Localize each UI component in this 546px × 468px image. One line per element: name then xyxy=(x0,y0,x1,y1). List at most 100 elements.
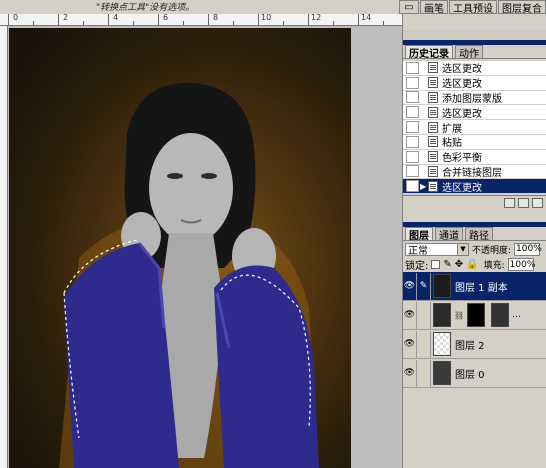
document-icon xyxy=(428,62,438,74)
link-chain-icon[interactable]: ⛓ xyxy=(454,311,464,320)
history-tabs: 历史记录 动作 xyxy=(403,45,546,60)
layer-name[interactable]: 图层 2 xyxy=(455,337,485,352)
document-icon xyxy=(428,136,438,148)
palette-dock: 历史记录 动作 选区更改 选区更改 添加图层蒙版 选区更改 扩展 粘贴 色彩平衡… xyxy=(402,14,546,468)
eye-icon[interactable]: 👁 xyxy=(403,330,417,358)
ruler-tick xyxy=(158,14,159,25)
fill-input[interactable]: 100% xyxy=(507,258,535,271)
blend-mode-select[interactable]: 正常 ▼ xyxy=(405,242,469,257)
tab-history[interactable]: 历史记录 xyxy=(405,45,453,60)
brush-slot[interactable] xyxy=(417,301,431,329)
layers-tabs: 图层 通道 路径 xyxy=(403,227,546,242)
history-snapshot-checkbox[interactable] xyxy=(406,76,419,89)
layer-mask-thumbnail-2[interactable] xyxy=(491,303,510,327)
new-document-icon[interactable] xyxy=(504,197,515,208)
tab-paths[interactable]: 路径 xyxy=(465,227,493,242)
lock-brush-icon[interactable]: ✎ xyxy=(443,259,451,270)
history-snapshot-checkbox[interactable] xyxy=(406,106,419,119)
palette-well: ▭ 画笔 工具预设 图层复合 xyxy=(399,0,546,15)
history-item-selected[interactable]: ▶ 选区更改 xyxy=(403,179,546,195)
history-item-label: 合并链接图层 xyxy=(442,167,502,179)
chevron-down-icon[interactable]: ▼ xyxy=(457,243,468,255)
history-snapshot-checkbox[interactable] xyxy=(406,135,419,148)
layer-name[interactable]: 图层 0 xyxy=(455,366,485,381)
options-bar: "转换点工具"没有选项。 ▭ 画笔 工具预设 图层复合 xyxy=(0,0,546,15)
brush-slot[interactable] xyxy=(417,330,431,358)
layer-row[interactable]: 👁 图层 2 xyxy=(403,330,546,359)
vertical-ruler xyxy=(0,26,8,468)
horizontal-ruler: 0 2 4 6 8 10 12 14 xyxy=(0,14,402,26)
panel-gap xyxy=(403,30,546,40)
tab-actions[interactable]: 动作 xyxy=(455,45,483,60)
history-snapshot-checkbox[interactable] xyxy=(406,150,419,163)
history-item[interactable]: 色彩平衡 xyxy=(403,150,546,165)
history-item[interactable]: 选区更改 xyxy=(403,61,546,76)
tab-layers[interactable]: 图层 xyxy=(405,227,433,242)
blend-mode-value: 正常 xyxy=(408,245,428,257)
ruler-tick xyxy=(183,21,184,25)
fill-label: 填充: xyxy=(483,261,505,271)
history-item-label: 选区更改 xyxy=(442,182,482,194)
ruler-tick xyxy=(8,14,9,25)
tab-channels[interactable]: 通道 xyxy=(435,227,463,242)
history-item[interactable]: 扩展 xyxy=(403,120,546,135)
eye-icon[interactable]: 👁 xyxy=(403,359,417,387)
ruler-label: 8 xyxy=(213,14,219,22)
layer-row[interactable]: 👁 图层 0 xyxy=(403,359,546,388)
history-item-label: 扩展 xyxy=(442,123,462,135)
palette-tab-tool-presets[interactable]: 工具预设 xyxy=(449,0,497,15)
history-footer xyxy=(403,195,546,209)
history-snapshot-checkbox[interactable] xyxy=(406,61,419,74)
ruler-tick xyxy=(33,21,34,25)
history-list: 选区更改 选区更改 添加图层蒙版 选区更改 扩展 粘贴 色彩平衡 合并链接图层 … xyxy=(403,61,546,195)
document-icon xyxy=(428,91,438,103)
layer-row-selected[interactable]: 👁 ✎ 图层 1 副本 xyxy=(403,272,546,301)
history-snapshot-checkbox[interactable] xyxy=(406,165,419,178)
ruler-tick xyxy=(258,14,259,25)
history-snapshot-checkbox[interactable] xyxy=(406,121,419,134)
opacity-label: 不透明度: xyxy=(472,245,512,256)
layer-row[interactable]: 👁 ⛓ ... xyxy=(403,301,546,330)
ruler-label: 4 xyxy=(113,14,119,22)
layer-mask-thumbnail[interactable] xyxy=(467,303,486,327)
document-icon xyxy=(428,121,438,133)
document-icon xyxy=(428,106,438,118)
history-item-label: 添加图层蒙版 xyxy=(442,94,502,105)
layer-name[interactable]: 图层 1 副本 xyxy=(455,279,508,294)
palette-well-icon[interactable]: ▭ xyxy=(399,0,419,14)
history-snapshot-checkbox[interactable] xyxy=(406,180,419,193)
history-item[interactable]: 合并链接图层 xyxy=(403,165,546,180)
trash-icon[interactable] xyxy=(532,197,543,208)
opacity-input[interactable]: 100% xyxy=(514,242,542,256)
ruler-label: 6 xyxy=(163,14,169,22)
ruler-tick xyxy=(233,21,234,25)
history-item-label: 色彩平衡 xyxy=(442,153,482,165)
history-item[interactable]: 选区更改 xyxy=(403,76,546,91)
lock-move-icon[interactable]: ✥ xyxy=(455,259,463,270)
eye-icon[interactable]: 👁 xyxy=(403,272,417,300)
eye-icon[interactable]: 👁 xyxy=(403,301,417,329)
document-icon xyxy=(428,77,438,89)
history-item-label: 选区更改 xyxy=(442,64,482,76)
photo-artwork xyxy=(59,82,319,468)
palette-tab-brushes[interactable]: 画笔 xyxy=(420,0,448,15)
palette-tab-layer-comps[interactable]: 图层复合 xyxy=(498,0,546,15)
history-item[interactable]: 选区更改 xyxy=(403,105,546,121)
brush-slot[interactable] xyxy=(417,359,431,387)
history-panel: 历史记录 动作 选区更改 选区更改 添加图层蒙版 选区更改 扩展 粘贴 色彩平衡… xyxy=(403,40,546,214)
ruler-tick xyxy=(208,14,209,25)
layers-panel: 图层 通道 路径 正常 ▼ 不透明度: 100% 锁定: ✎ ✥ 🔒 填充: 1… xyxy=(403,222,546,468)
more-text: ... xyxy=(512,310,521,320)
lock-transparency-checkbox[interactable] xyxy=(431,260,441,269)
ruler-tick xyxy=(83,21,84,25)
image-canvas[interactable] xyxy=(9,28,351,468)
history-item[interactable]: 添加图层蒙版 xyxy=(403,91,546,106)
history-item[interactable]: 粘贴 xyxy=(403,135,546,150)
brush-icon[interactable]: ✎ xyxy=(417,272,431,300)
lock-all-icon[interactable]: 🔒 xyxy=(466,259,478,270)
ruler-tick xyxy=(133,21,134,25)
layer-options-row: 正常 ▼ 不透明度: 100% xyxy=(403,241,546,257)
new-snapshot-icon[interactable] xyxy=(518,197,529,208)
layer-thumbnail xyxy=(433,274,451,298)
history-snapshot-checkbox[interactable] xyxy=(406,91,419,104)
